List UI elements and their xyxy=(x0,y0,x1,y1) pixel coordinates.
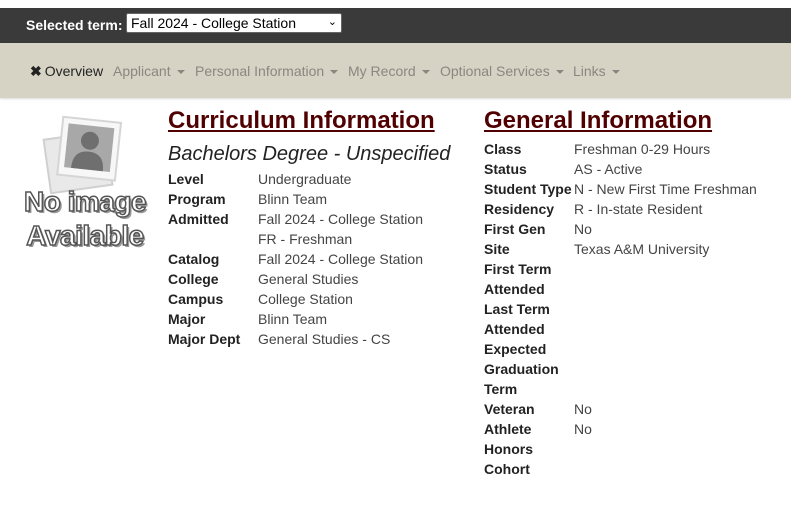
cohort-label: Cohort xyxy=(484,461,530,477)
major-dept-value: General Studies - CS xyxy=(258,331,391,347)
term-bar: Selected term: Fall 2024 - College Stati… xyxy=(0,8,791,43)
first-gen-value: No xyxy=(574,221,592,237)
chevron-down-icon: ⌄ xyxy=(327,16,337,28)
class-value: Freshman 0-29 Hours xyxy=(574,141,711,157)
expected-graduation-label-line2: Graduation xyxy=(484,361,559,377)
catalog-value: Fall 2024 - College Station xyxy=(258,251,423,267)
nav-optional-label: Optional Services xyxy=(440,63,550,79)
athlete-value: No xyxy=(574,421,592,437)
class-label: Class xyxy=(484,141,522,157)
nav-record-label: My Record xyxy=(348,63,416,79)
nav-my-record[interactable]: My Record xyxy=(348,63,430,79)
student-type-label: Student Type xyxy=(484,181,572,197)
person-photo-icon xyxy=(42,115,123,195)
term-select[interactable]: Fall 2024 - College Station ⌄ xyxy=(126,13,342,33)
college-value: General Studies xyxy=(258,271,359,287)
caret-down-icon xyxy=(421,70,430,75)
general-title: General Information xyxy=(484,107,713,134)
residency-value: R - In-state Resident xyxy=(574,201,703,217)
program-value: Blinn Team xyxy=(258,191,328,207)
major-label: Major xyxy=(168,311,206,327)
first-term-attended-label-line2: Attended xyxy=(484,281,545,297)
no-image-text-line2: Available xyxy=(26,219,145,252)
level-label: Level xyxy=(168,171,204,187)
campus-label: Campus xyxy=(168,291,224,307)
veteran-value: No xyxy=(574,401,592,417)
expected-graduation-label-line3: Term xyxy=(484,381,518,397)
caret-down-icon xyxy=(330,70,339,75)
residency-label: Residency xyxy=(484,201,555,217)
student-photo-placeholder: No image Available xyxy=(12,114,158,256)
catalog-label: Catalog xyxy=(168,251,220,267)
first-gen-label: First Gen xyxy=(484,221,546,237)
admitted-classification: FR - Freshman xyxy=(258,231,353,247)
nav-overview-label: Overview xyxy=(44,63,104,79)
student-type-value: N - New First Time Freshman xyxy=(574,181,757,197)
nav-personal-label: Personal Information xyxy=(195,63,325,79)
admitted-label: Admitted xyxy=(168,211,229,227)
caret-down-icon xyxy=(176,70,185,75)
first-term-attended-label: First Term xyxy=(484,261,552,277)
nav-links-label: Links xyxy=(573,63,606,79)
campus-value: College Station xyxy=(258,291,353,307)
veteran-label: Veteran xyxy=(484,401,535,417)
degree-name: Bachelors Degree - Unspecified xyxy=(168,143,451,165)
athlete-label: Athlete xyxy=(484,421,532,437)
honors-label: Honors xyxy=(484,441,533,457)
status-label: Status xyxy=(484,161,527,177)
main-nav: ✖ Overview Applicant Personal Information… xyxy=(0,43,791,98)
nav-overview[interactable]: ✖ Overview xyxy=(30,63,103,80)
college-label: College xyxy=(168,271,219,287)
site-value: Texas A&M University xyxy=(574,241,710,257)
last-term-attended-label-line2: Attended xyxy=(484,321,545,337)
caret-down-icon xyxy=(611,70,620,75)
status-value: AS - Active xyxy=(574,161,643,177)
term-select-value: Fall 2024 - College Station xyxy=(131,15,296,31)
caret-down-icon xyxy=(555,70,564,75)
major-value: Blinn Team xyxy=(258,311,328,327)
nav-applicant-label: Applicant xyxy=(113,63,171,79)
nav-links[interactable]: Links xyxy=(573,63,620,79)
major-dept-label: Major Dept xyxy=(168,331,241,347)
term-label: Selected term: xyxy=(26,17,123,33)
nav-personal-information[interactable]: Personal Information xyxy=(195,63,339,79)
expected-graduation-label: Expected xyxy=(484,341,547,357)
no-image-text: No image xyxy=(23,185,147,218)
last-term-attended-label: Last Term xyxy=(484,301,550,317)
nav-applicant[interactable]: Applicant xyxy=(113,63,185,79)
admitted-value: Fall 2024 - College Station xyxy=(258,211,423,227)
nav-optional-services[interactable]: Optional Services xyxy=(440,63,564,79)
curriculum-title: Curriculum Information xyxy=(168,107,435,134)
program-label: Program xyxy=(168,191,226,207)
level-value: Undergraduate xyxy=(258,171,352,187)
close-icon: ✖ xyxy=(30,63,42,79)
site-label: Site xyxy=(484,241,510,257)
